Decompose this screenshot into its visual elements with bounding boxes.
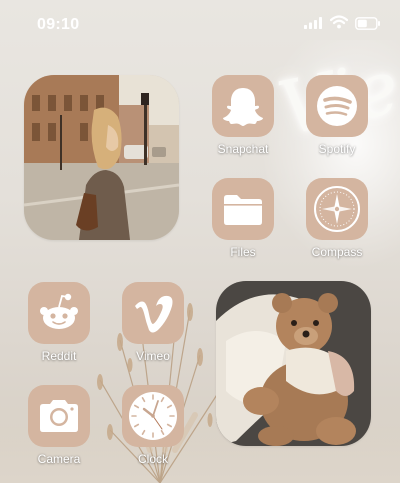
app-vimeo-label: Vimeo — [136, 349, 170, 363]
spotify-icon — [317, 86, 357, 126]
camera-icon — [40, 400, 78, 432]
status-bar: 09:10 — [0, 0, 400, 50]
app-files-tile[interactable] — [212, 178, 274, 240]
app-compass-tile[interactable] — [306, 178, 368, 240]
app-reddit-tile[interactable] — [28, 282, 90, 344]
clock-icon — [129, 392, 177, 440]
app-vimeo[interactable]: Vimeo — [121, 282, 185, 363]
app-clock-tile[interactable] — [122, 385, 184, 447]
app-snapchat[interactable]: Snapchat — [211, 75, 275, 156]
folder-icon — [224, 195, 262, 225]
app-reddit[interactable]: Reddit — [27, 282, 91, 363]
app-vimeo-tile[interactable] — [122, 282, 184, 344]
photo-widget-teddy[interactable] — [216, 281, 371, 446]
photo-widget-street[interactable] — [24, 75, 179, 240]
app-snapchat-label: Snapchat — [217, 142, 269, 156]
compass-icon — [314, 186, 360, 232]
app-clock-label: Clock — [137, 452, 168, 466]
status-time: 09:10 — [37, 16, 80, 33]
app-camera[interactable]: Camera — [27, 385, 91, 466]
app-snapchat-tile[interactable] — [212, 75, 274, 137]
reddit-icon — [40, 293, 78, 329]
app-spotify-tile[interactable] — [306, 75, 368, 137]
app-spotify[interactable]: Spotify — [305, 75, 369, 156]
cellular-signal-icon — [304, 17, 322, 29]
app-compass-label: Compass — [311, 245, 363, 259]
app-spotify-label: Spotify — [318, 142, 356, 156]
wifi-icon — [330, 15, 348, 29]
app-camera-label: Camera — [37, 452, 81, 466]
app-compass[interactable]: Compass — [305, 178, 369, 259]
vimeo-icon — [135, 295, 173, 333]
app-files[interactable]: Files — [211, 178, 275, 259]
snapchat-ghost-icon — [223, 88, 263, 126]
battery-icon — [355, 17, 380, 30]
app-files-label: Files — [230, 245, 256, 259]
app-clock[interactable]: Clock — [121, 385, 185, 466]
app-reddit-label: Reddit — [41, 349, 77, 363]
app-camera-tile[interactable] — [28, 385, 90, 447]
